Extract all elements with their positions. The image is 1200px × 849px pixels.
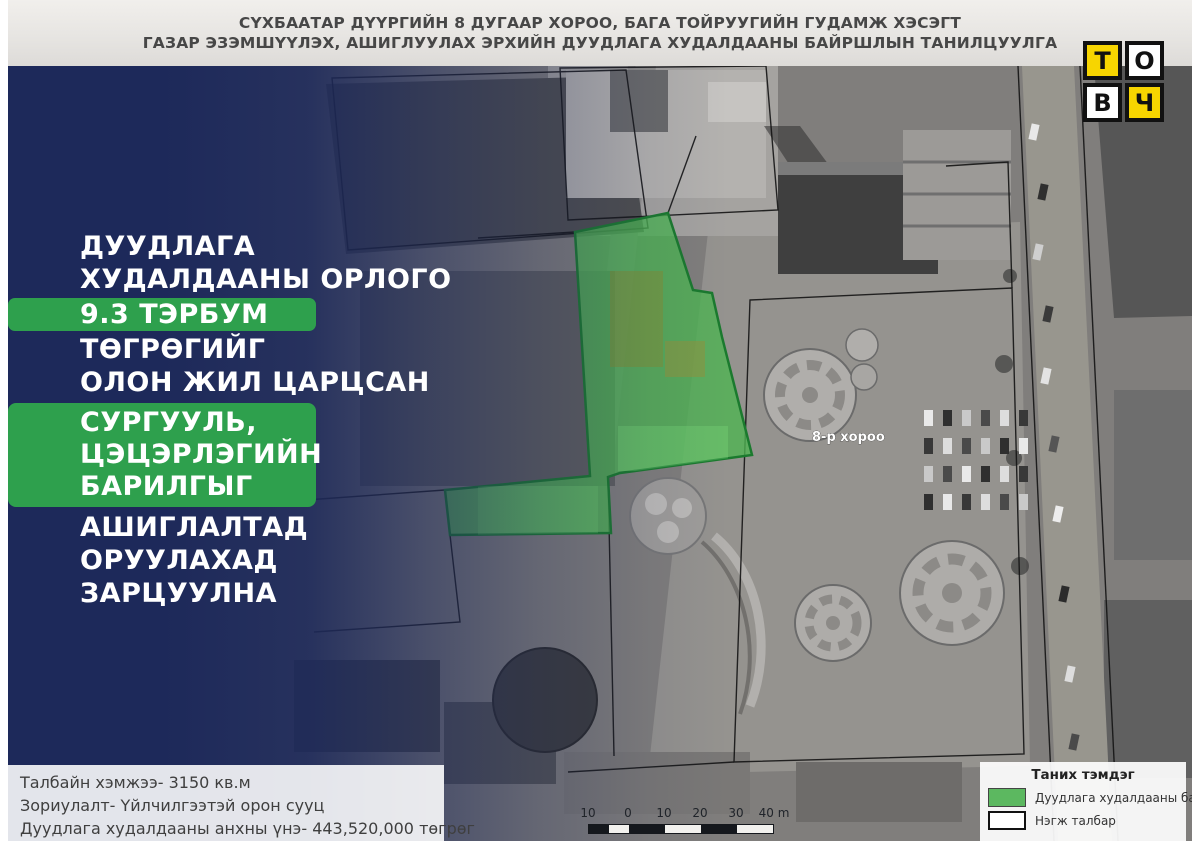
scale-tick: 30 — [728, 806, 743, 820]
legend-box: Таних тэмдэг Дуудлага худалдааны байршил… — [980, 762, 1186, 841]
headline-line: ДУУДЛАГА — [8, 230, 428, 263]
dark-circular-structure — [493, 648, 597, 752]
frame-edge — [0, 0, 8, 849]
legend-item: Нэгж талбар — [988, 811, 1178, 830]
info-area-size: Талбайн хэмжээ- 3150 кв.м — [20, 771, 432, 794]
header-band: СҮХБААТАР ДҮҮРГИЙН 8 ДУГААР ХОРОО, БАГА … — [0, 0, 1200, 66]
logo-letter-v: В — [1083, 83, 1122, 122]
scale-bar-segments — [588, 824, 774, 834]
headline-line: ХУДАЛДААНЫ ОРЛОГО — [8, 263, 428, 296]
headline-line: БАРИЛГЫГ — [8, 471, 316, 503]
frame-edge — [0, 841, 1200, 849]
legend-item-label: Нэгж талбар — [1035, 814, 1116, 828]
scale-bar: 10 0 10 20 30 40 m — [580, 806, 790, 838]
headline-block: ДУУДЛАГА ХУДАЛДААНЫ ОРЛОГО 9.3 ТЭРБУМ ТӨ… — [8, 230, 428, 610]
info-start-price: Дуудлага худалдааны анхны үнэ- 443,520,0… — [20, 817, 432, 840]
tovch-logo: Т О В Ч — [1083, 41, 1164, 122]
headline-line: ТӨГРӨГИЙГ — [8, 333, 428, 366]
logo-letter-t: Т — [1083, 41, 1122, 80]
scale-tick: 20 — [692, 806, 707, 820]
legend-item: Дуудлага худалдааны байршил — [988, 788, 1178, 807]
scale-tick: 10 — [580, 806, 595, 820]
scale-tick: 0 — [624, 806, 632, 820]
scale-tick: 10 — [656, 806, 671, 820]
logo-letter-ch: Ч — [1125, 83, 1164, 122]
legend-item-label: Дуудлага худалдааны байршил — [1035, 791, 1200, 805]
legend-title: Таних тэмдэг — [988, 767, 1178, 783]
legend-swatch-unit-parcel — [988, 811, 1026, 830]
frame-edge — [1192, 0, 1200, 849]
logo-letter-o: О — [1125, 41, 1164, 80]
parcel-info-box: Талбайн хэмжээ- 3150 кв.м Зориулалт- Үйл… — [8, 765, 444, 843]
headline-line: ЦЭЦЭРЛЭГИЙН — [8, 439, 316, 471]
header-title-line1: СҮХБААТАР ДҮҮРГИЙН 8 ДУГААР ХОРОО, БАГА … — [70, 13, 1130, 33]
header-title-line2: ГАЗАР ЭЗЭМШҮҮЛЭХ, АШИГЛУУЛАХ ЭРХИЙН ДУУД… — [70, 33, 1130, 53]
headline-highlight-buildings: СУРГУУЛЬ, ЦЭЦЭРЛЭГИЙН БАРИЛГЫГ — [8, 403, 316, 507]
headline-line: ОРУУЛАХАД — [8, 544, 428, 577]
headline-line: АШИГЛАЛТАД — [8, 511, 428, 544]
scale-tick: 40 m — [759, 806, 790, 820]
auction-infographic: СҮХБААТАР ДҮҮРГИЙН 8 ДУГААР ХОРОО, БАГА … — [0, 0, 1200, 849]
info-purpose: Зориулалт- Үйлчилгээтэй орон сууц — [20, 794, 432, 817]
headline-line: СУРГУУЛЬ, — [8, 407, 316, 439]
area-label: 8-р хороо — [812, 430, 885, 445]
headline-line: ЗАРЦУУЛНА — [8, 577, 428, 610]
legend-swatch-auction-location — [988, 788, 1026, 807]
headline-highlight-amount: 9.3 ТЭРБУМ — [8, 298, 316, 331]
headline-line: ОЛОН ЖИЛ ЦАРЦСАН — [8, 366, 428, 399]
